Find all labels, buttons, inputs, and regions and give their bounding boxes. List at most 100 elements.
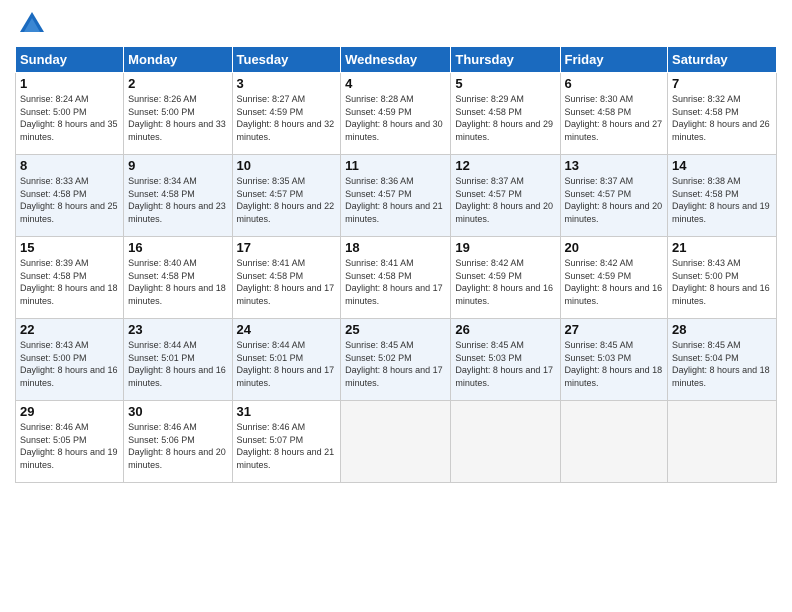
- calendar-cell: 12 Sunrise: 8:37 AMSunset: 4:57 PMDaylig…: [451, 155, 560, 237]
- day-number: 31: [237, 404, 337, 419]
- calendar-header-monday: Monday: [124, 47, 232, 73]
- calendar-cell: 4 Sunrise: 8:28 AMSunset: 4:59 PMDayligh…: [341, 73, 451, 155]
- page: SundayMondayTuesdayWednesdayThursdayFrid…: [0, 0, 792, 612]
- calendar-cell: 26 Sunrise: 8:45 AMSunset: 5:03 PMDaylig…: [451, 319, 560, 401]
- day-info: Sunrise: 8:45 AMSunset: 5:03 PMDaylight:…: [565, 340, 663, 388]
- day-number: 9: [128, 158, 227, 173]
- day-number: 3: [237, 76, 337, 91]
- day-info: Sunrise: 8:43 AMSunset: 5:00 PMDaylight:…: [20, 340, 118, 388]
- day-info: Sunrise: 8:35 AMSunset: 4:57 PMDaylight:…: [237, 176, 335, 224]
- day-info: Sunrise: 8:33 AMSunset: 4:58 PMDaylight:…: [20, 176, 118, 224]
- day-number: 17: [237, 240, 337, 255]
- day-info: Sunrise: 8:42 AMSunset: 4:59 PMDaylight:…: [565, 258, 663, 306]
- calendar-week-5: 29 Sunrise: 8:46 AMSunset: 5:05 PMDaylig…: [16, 401, 777, 483]
- calendar-header-row: SundayMondayTuesdayWednesdayThursdayFrid…: [16, 47, 777, 73]
- calendar-cell: 23 Sunrise: 8:44 AMSunset: 5:01 PMDaylig…: [124, 319, 232, 401]
- calendar-cell: [668, 401, 777, 483]
- calendar: SundayMondayTuesdayWednesdayThursdayFrid…: [15, 46, 777, 483]
- day-number: 19: [455, 240, 555, 255]
- calendar-week-3: 15 Sunrise: 8:39 AMSunset: 4:58 PMDaylig…: [16, 237, 777, 319]
- day-number: 21: [672, 240, 772, 255]
- calendar-cell: 25 Sunrise: 8:45 AMSunset: 5:02 PMDaylig…: [341, 319, 451, 401]
- day-number: 14: [672, 158, 772, 173]
- day-number: 30: [128, 404, 227, 419]
- calendar-cell: 7 Sunrise: 8:32 AMSunset: 4:58 PMDayligh…: [668, 73, 777, 155]
- calendar-header-friday: Friday: [560, 47, 668, 73]
- calendar-cell: 22 Sunrise: 8:43 AMSunset: 5:00 PMDaylig…: [16, 319, 124, 401]
- day-info: Sunrise: 8:44 AMSunset: 5:01 PMDaylight:…: [128, 340, 226, 388]
- day-number: 25: [345, 322, 446, 337]
- calendar-cell: 8 Sunrise: 8:33 AMSunset: 4:58 PMDayligh…: [16, 155, 124, 237]
- calendar-cell: 16 Sunrise: 8:40 AMSunset: 4:58 PMDaylig…: [124, 237, 232, 319]
- calendar-header-wednesday: Wednesday: [341, 47, 451, 73]
- calendar-week-4: 22 Sunrise: 8:43 AMSunset: 5:00 PMDaylig…: [16, 319, 777, 401]
- day-number: 8: [20, 158, 119, 173]
- calendar-cell: 9 Sunrise: 8:34 AMSunset: 4:58 PMDayligh…: [124, 155, 232, 237]
- calendar-cell: 19 Sunrise: 8:42 AMSunset: 4:59 PMDaylig…: [451, 237, 560, 319]
- calendar-body: 1 Sunrise: 8:24 AMSunset: 5:00 PMDayligh…: [16, 73, 777, 483]
- calendar-cell: 29 Sunrise: 8:46 AMSunset: 5:05 PMDaylig…: [16, 401, 124, 483]
- day-info: Sunrise: 8:37 AMSunset: 4:57 PMDaylight:…: [455, 176, 553, 224]
- calendar-cell: 1 Sunrise: 8:24 AMSunset: 5:00 PMDayligh…: [16, 73, 124, 155]
- day-info: Sunrise: 8:27 AMSunset: 4:59 PMDaylight:…: [237, 94, 335, 142]
- day-number: 6: [565, 76, 664, 91]
- calendar-header-saturday: Saturday: [668, 47, 777, 73]
- day-info: Sunrise: 8:45 AMSunset: 5:03 PMDaylight:…: [455, 340, 553, 388]
- calendar-cell: 13 Sunrise: 8:37 AMSunset: 4:57 PMDaylig…: [560, 155, 668, 237]
- calendar-cell: 3 Sunrise: 8:27 AMSunset: 4:59 PMDayligh…: [232, 73, 341, 155]
- day-number: 18: [345, 240, 446, 255]
- day-number: 26: [455, 322, 555, 337]
- day-info: Sunrise: 8:37 AMSunset: 4:57 PMDaylight:…: [565, 176, 663, 224]
- day-info: Sunrise: 8:44 AMSunset: 5:01 PMDaylight:…: [237, 340, 335, 388]
- day-info: Sunrise: 8:46 AMSunset: 5:06 PMDaylight:…: [128, 422, 226, 470]
- calendar-cell: 20 Sunrise: 8:42 AMSunset: 4:59 PMDaylig…: [560, 237, 668, 319]
- day-info: Sunrise: 8:40 AMSunset: 4:58 PMDaylight:…: [128, 258, 226, 306]
- day-info: Sunrise: 8:34 AMSunset: 4:58 PMDaylight:…: [128, 176, 226, 224]
- calendar-cell: 18 Sunrise: 8:41 AMSunset: 4:58 PMDaylig…: [341, 237, 451, 319]
- day-number: 12: [455, 158, 555, 173]
- day-number: 15: [20, 240, 119, 255]
- day-number: 10: [237, 158, 337, 173]
- day-info: Sunrise: 8:45 AMSunset: 5:02 PMDaylight:…: [345, 340, 443, 388]
- logo: [15, 10, 46, 38]
- calendar-cell: 28 Sunrise: 8:45 AMSunset: 5:04 PMDaylig…: [668, 319, 777, 401]
- calendar-cell: 17 Sunrise: 8:41 AMSunset: 4:58 PMDaylig…: [232, 237, 341, 319]
- calendar-header-tuesday: Tuesday: [232, 47, 341, 73]
- day-number: 7: [672, 76, 772, 91]
- day-number: 20: [565, 240, 664, 255]
- day-number: 29: [20, 404, 119, 419]
- calendar-cell: 5 Sunrise: 8:29 AMSunset: 4:58 PMDayligh…: [451, 73, 560, 155]
- day-info: Sunrise: 8:39 AMSunset: 4:58 PMDaylight:…: [20, 258, 118, 306]
- day-info: Sunrise: 8:41 AMSunset: 4:58 PMDaylight:…: [237, 258, 335, 306]
- day-info: Sunrise: 8:29 AMSunset: 4:58 PMDaylight:…: [455, 94, 553, 142]
- logo-icon: [18, 10, 46, 38]
- day-number: 11: [345, 158, 446, 173]
- day-info: Sunrise: 8:43 AMSunset: 5:00 PMDaylight:…: [672, 258, 770, 306]
- calendar-cell: 11 Sunrise: 8:36 AMSunset: 4:57 PMDaylig…: [341, 155, 451, 237]
- calendar-cell: 2 Sunrise: 8:26 AMSunset: 5:00 PMDayligh…: [124, 73, 232, 155]
- calendar-cell: 24 Sunrise: 8:44 AMSunset: 5:01 PMDaylig…: [232, 319, 341, 401]
- calendar-cell: 6 Sunrise: 8:30 AMSunset: 4:58 PMDayligh…: [560, 73, 668, 155]
- day-number: 22: [20, 322, 119, 337]
- calendar-cell: [451, 401, 560, 483]
- calendar-header-sunday: Sunday: [16, 47, 124, 73]
- day-info: Sunrise: 8:28 AMSunset: 4:59 PMDaylight:…: [345, 94, 443, 142]
- calendar-cell: 31 Sunrise: 8:46 AMSunset: 5:07 PMDaylig…: [232, 401, 341, 483]
- day-info: Sunrise: 8:42 AMSunset: 4:59 PMDaylight:…: [455, 258, 553, 306]
- day-number: 13: [565, 158, 664, 173]
- header: [15, 10, 777, 38]
- day-number: 5: [455, 76, 555, 91]
- day-number: 28: [672, 322, 772, 337]
- day-info: Sunrise: 8:46 AMSunset: 5:07 PMDaylight:…: [237, 422, 335, 470]
- day-number: 1: [20, 76, 119, 91]
- calendar-cell: [560, 401, 668, 483]
- day-info: Sunrise: 8:41 AMSunset: 4:58 PMDaylight:…: [345, 258, 443, 306]
- day-number: 23: [128, 322, 227, 337]
- day-info: Sunrise: 8:32 AMSunset: 4:58 PMDaylight:…: [672, 94, 770, 142]
- calendar-week-1: 1 Sunrise: 8:24 AMSunset: 5:00 PMDayligh…: [16, 73, 777, 155]
- calendar-cell: 21 Sunrise: 8:43 AMSunset: 5:00 PMDaylig…: [668, 237, 777, 319]
- calendar-cell: 10 Sunrise: 8:35 AMSunset: 4:57 PMDaylig…: [232, 155, 341, 237]
- calendar-cell: [341, 401, 451, 483]
- day-info: Sunrise: 8:45 AMSunset: 5:04 PMDaylight:…: [672, 340, 770, 388]
- day-info: Sunrise: 8:46 AMSunset: 5:05 PMDaylight:…: [20, 422, 118, 470]
